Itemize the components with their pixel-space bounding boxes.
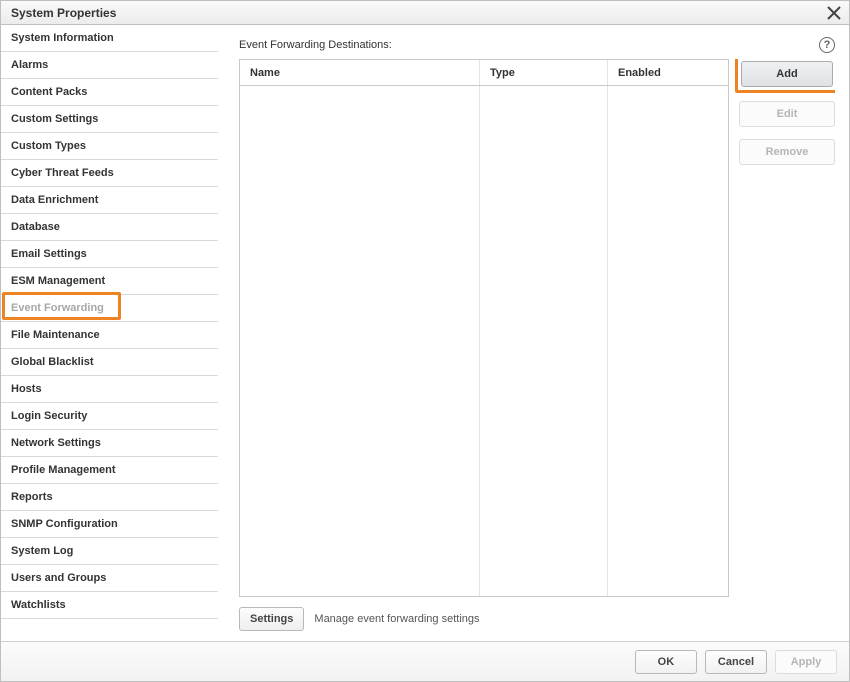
- sidebar-item-label: Custom Settings: [11, 113, 98, 125]
- column-header-name[interactable]: Name: [240, 60, 480, 85]
- sidebar-item-label: System Log: [11, 545, 73, 557]
- sidebar-item-custom-types[interactable]: Custom Types: [1, 133, 218, 160]
- titlebar: System Properties: [1, 1, 849, 25]
- sidebar-item-file-maintenance[interactable]: File Maintenance: [1, 322, 218, 349]
- sidebar-item-snmp-configuration[interactable]: SNMP Configuration: [1, 511, 218, 538]
- sidebar-item-label: File Maintenance: [11, 329, 100, 341]
- ok-button[interactable]: OK: [635, 650, 697, 674]
- remove-button[interactable]: Remove: [739, 139, 835, 165]
- sidebar-item-users-and-groups[interactable]: Users and Groups: [1, 565, 218, 592]
- sidebar-item-label: Data Enrichment: [11, 194, 98, 206]
- sidebar-item-watchlists[interactable]: Watchlists: [1, 592, 218, 619]
- sidebar-item-login-security[interactable]: Login Security: [1, 403, 218, 430]
- edit-button[interactable]: Edit: [739, 101, 835, 127]
- sidebar-item-label: ESM Management: [11, 275, 105, 287]
- sidebar-item-label: Cyber Threat Feeds: [11, 167, 114, 179]
- column-header-type[interactable]: Type: [480, 60, 608, 85]
- table-body[interactable]: [240, 86, 728, 596]
- sidebar-item-label: Email Settings: [11, 248, 87, 260]
- sidebar-item-label: Profile Management: [11, 464, 116, 476]
- close-icon[interactable]: [825, 4, 843, 22]
- sidebar-item-label: Reports: [11, 491, 53, 503]
- settings-button[interactable]: Settings: [239, 607, 304, 631]
- sidebar-item-hosts[interactable]: Hosts: [1, 376, 218, 403]
- sidebar-item-label: Network Settings: [11, 437, 101, 449]
- sidebar-item-system-log[interactable]: System Log: [1, 538, 218, 565]
- side-buttons: Add Edit Remove: [739, 59, 835, 597]
- sidebar-item-reports[interactable]: Reports: [1, 484, 218, 511]
- sidebar-item-cyber-threat-feeds[interactable]: Cyber Threat Feeds: [1, 160, 218, 187]
- sidebar-item-label: Hosts: [11, 383, 42, 395]
- sidebar-item-label: Watchlists: [11, 599, 66, 611]
- settings-description: Manage event forwarding settings: [314, 613, 479, 625]
- table-header: Name Type Enabled: [240, 60, 728, 86]
- sidebar: System Information Alarms Content Packs …: [1, 25, 219, 641]
- sidebar-item-content-packs[interactable]: Content Packs: [1, 79, 218, 106]
- apply-button[interactable]: Apply: [775, 650, 837, 674]
- sidebar-item-label: SNMP Configuration: [11, 518, 118, 530]
- sidebar-item-system-information[interactable]: System Information: [1, 25, 218, 52]
- sidebar-item-data-enrichment[interactable]: Data Enrichment: [1, 187, 218, 214]
- sidebar-item-profile-management[interactable]: Profile Management: [1, 457, 218, 484]
- system-properties-dialog: System Properties System Information Ala…: [0, 0, 850, 682]
- sidebar-item-custom-settings[interactable]: Custom Settings: [1, 106, 218, 133]
- sidebar-item-label: Content Packs: [11, 86, 87, 98]
- sidebar-item-event-forwarding[interactable]: Event Forwarding: [1, 295, 218, 322]
- cancel-button[interactable]: Cancel: [705, 650, 767, 674]
- destinations-table: Name Type Enabled: [239, 59, 729, 597]
- sidebar-item-label: Event Forwarding: [11, 302, 104, 314]
- sidebar-item-network-settings[interactable]: Network Settings: [1, 430, 218, 457]
- sidebar-item-esm-management[interactable]: ESM Management: [1, 268, 218, 295]
- help-icon[interactable]: ?: [819, 37, 835, 53]
- section-title: Event Forwarding Destinations:: [239, 39, 819, 51]
- dialog-footer: OK Cancel Apply: [1, 641, 849, 681]
- sidebar-item-email-settings[interactable]: Email Settings: [1, 241, 218, 268]
- sidebar-item-label: Database: [11, 221, 60, 233]
- sidebar-item-label: Login Security: [11, 410, 87, 422]
- main-panel: Event Forwarding Destinations: ? Name Ty…: [219, 25, 849, 641]
- sidebar-item-global-blacklist[interactable]: Global Blacklist: [1, 349, 218, 376]
- column-header-enabled[interactable]: Enabled: [608, 60, 728, 85]
- dialog-title: System Properties: [11, 6, 825, 20]
- sidebar-item-label: System Information: [11, 32, 114, 44]
- add-button[interactable]: Add: [741, 61, 833, 87]
- sidebar-item-alarms[interactable]: Alarms: [1, 52, 218, 79]
- sidebar-item-database[interactable]: Database: [1, 214, 218, 241]
- sidebar-item-label: Global Blacklist: [11, 356, 94, 368]
- sidebar-item-label: Alarms: [11, 59, 48, 71]
- sidebar-item-label: Users and Groups: [11, 572, 106, 584]
- sidebar-item-label: Custom Types: [11, 140, 86, 152]
